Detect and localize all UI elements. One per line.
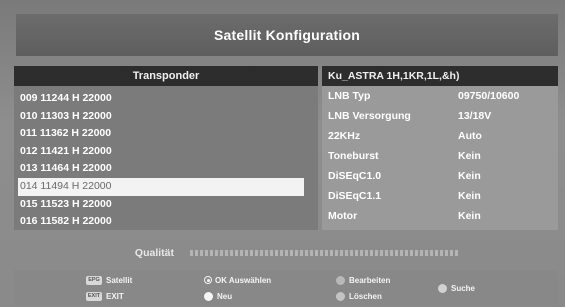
help-bearbeiten-label: Bearbeiten bbox=[349, 275, 391, 285]
page-title: Satellit Konfiguration bbox=[214, 27, 360, 43]
help-exit-label: EXIT bbox=[106, 291, 124, 301]
transponder-item[interactable]: 016 11582 H 22000 bbox=[14, 213, 304, 231]
white-key-icon bbox=[204, 291, 213, 301]
transponder-panel: Transponder 009 11244 H 22000 010 11303 … bbox=[14, 66, 327, 231]
transponder-item[interactable]: 015 11523 H 22000 bbox=[14, 196, 304, 214]
config-value: Kein bbox=[458, 190, 481, 202]
config-label: LNB Typ bbox=[328, 90, 371, 102]
help-exit: EXIT EXIT bbox=[86, 290, 124, 302]
config-row-motor[interactable]: Motor Kein bbox=[322, 206, 558, 226]
title-bar: Satellit Konfiguration bbox=[16, 14, 558, 56]
config-panel: Ku_ASTRA 1H,1KR,1L,&h) LNB Typ 09750/106… bbox=[322, 66, 558, 230]
transponder-header: Transponder bbox=[14, 66, 318, 86]
help-loeschen-label: Löschen bbox=[349, 291, 382, 301]
transponder-item[interactable]: 012 11421 H 22000 bbox=[14, 143, 304, 161]
help-loeschen: Löschen bbox=[336, 290, 382, 302]
help-ok: OK Auswählen bbox=[204, 274, 271, 286]
config-value: Kein bbox=[458, 150, 481, 162]
help-neu-label: Neu bbox=[217, 291, 233, 301]
transponder-item[interactable]: 011 11362 H 22000 bbox=[14, 125, 304, 143]
yellow-key-icon bbox=[438, 283, 447, 293]
help-bearbeiten: Bearbeiten bbox=[336, 274, 390, 286]
config-value: 13/18V bbox=[458, 110, 492, 122]
help-satellit-label: Satellit bbox=[106, 275, 133, 285]
help-suche-label: Suche bbox=[451, 283, 476, 293]
green-key-icon bbox=[336, 291, 345, 301]
transponder-item[interactable]: 013 11464 H 22000 bbox=[14, 160, 304, 178]
transponder-item-selected[interactable]: 014 11494 H 22000 bbox=[18, 177, 304, 196]
config-value: Kein bbox=[458, 210, 481, 222]
transponder-item[interactable]: 009 11244 H 22000 bbox=[14, 90, 304, 108]
button-help-bar: EPG Satellit EXIT EXIT OK Auswählen Neu … bbox=[14, 270, 558, 305]
exit-key-icon: EXIT bbox=[86, 291, 102, 301]
config-label: LNB Versorgung bbox=[328, 110, 411, 122]
help-satellit: EPG Satellit bbox=[86, 274, 132, 286]
screen: Satellit Konfiguration Transponder 009 1… bbox=[0, 0, 565, 307]
quality-label: Qualität bbox=[134, 247, 174, 259]
config-value: 09750/10600 bbox=[458, 90, 520, 102]
config-label: DiSEqC1.1 bbox=[328, 190, 382, 202]
satellite-name-header: Ku_ASTRA 1H,1KR,1L,&h) bbox=[322, 66, 558, 86]
config-row-lnb-typ[interactable]: LNB Typ 09750/10600 bbox=[322, 86, 558, 106]
ok-key-icon bbox=[204, 276, 212, 284]
satellite-name: Ku_ASTRA 1H,1KR,1L,&h) bbox=[328, 70, 460, 82]
help-ok-label: OK Auswählen bbox=[215, 275, 272, 285]
transponder-list: 009 11244 H 22000 010 11303 H 22000 011 … bbox=[14, 86, 318, 231]
config-label: DiSEqC1.0 bbox=[328, 170, 382, 182]
quality-bar bbox=[190, 250, 458, 256]
quality-indicator: Qualität bbox=[14, 244, 558, 262]
help-neu: Neu bbox=[204, 290, 232, 302]
epg-key-icon: EPG bbox=[86, 275, 102, 285]
config-row-diseqc10[interactable]: DiSEqC1.0 Kein bbox=[322, 166, 558, 186]
config-label: Toneburst bbox=[328, 150, 379, 162]
config-value: Auto bbox=[458, 130, 482, 142]
help-suche: Suche bbox=[438, 282, 475, 294]
red-key-icon bbox=[336, 275, 345, 285]
transponder-item[interactable]: 010 11303 H 22000 bbox=[14, 108, 304, 126]
config-row-toneburst[interactable]: Toneburst Kein bbox=[322, 146, 558, 166]
config-label: 22KHz bbox=[328, 130, 361, 142]
config-value: Kein bbox=[458, 170, 481, 182]
transponder-header-label: Transponder bbox=[132, 70, 200, 82]
config-row-lnb-versorgung[interactable]: LNB Versorgung 13/18V bbox=[322, 106, 558, 126]
config-row-diseqc11[interactable]: DiSEqC1.1 Kein bbox=[322, 186, 558, 206]
config-label: Motor bbox=[328, 210, 358, 222]
config-row-22khz[interactable]: 22KHz Auto bbox=[322, 126, 558, 146]
